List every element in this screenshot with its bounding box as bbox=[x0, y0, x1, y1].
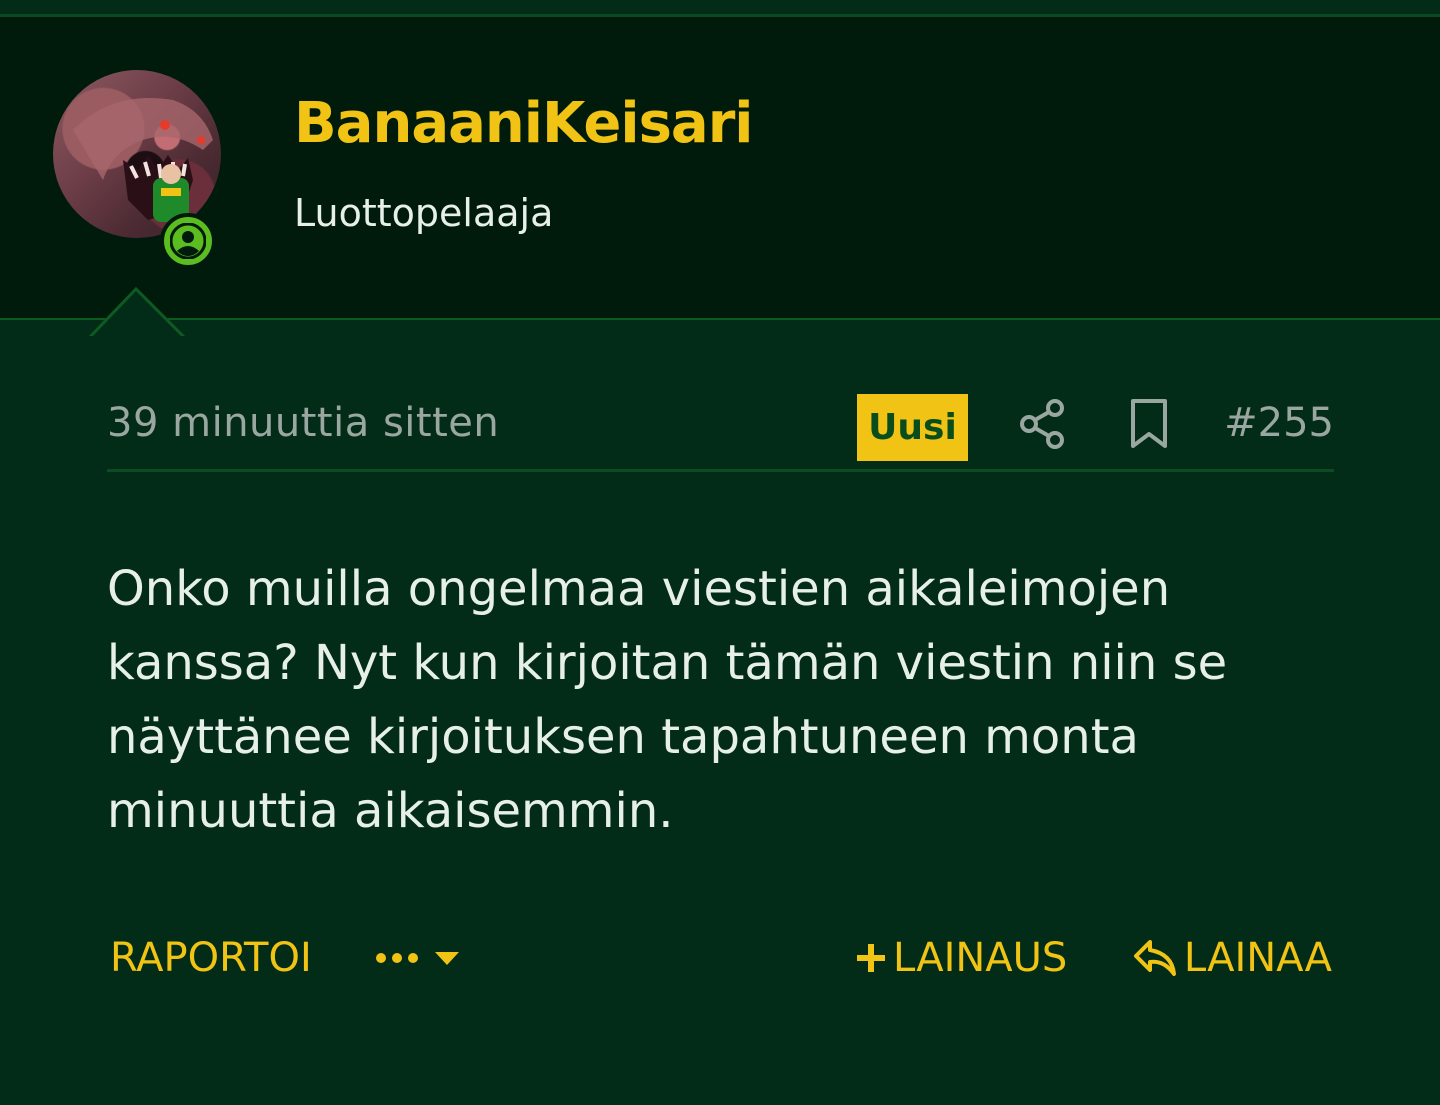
post-number-link[interactable]: #255 bbox=[1224, 400, 1334, 446]
report-button[interactable]: RAPORTOI bbox=[110, 928, 312, 988]
username-link[interactable]: BanaaniKeisari bbox=[294, 91, 753, 156]
report-label: RAPORTOI bbox=[110, 935, 312, 981]
user-online-icon bbox=[170, 223, 206, 259]
user-title: Luottopelaaja bbox=[294, 191, 554, 235]
multiquote-label: LAINAUS bbox=[893, 935, 1068, 981]
forum-post: BanaaniKeisari Luottopelaaja 39 minuutti… bbox=[0, 0, 1440, 1105]
avatar-image-icon bbox=[73, 98, 213, 222]
post-timestamp[interactable]: 39 minuuttia sitten bbox=[107, 400, 499, 446]
reply-arrow-icon bbox=[1133, 940, 1176, 976]
share-icon[interactable] bbox=[1019, 398, 1067, 454]
plus-icon bbox=[857, 944, 885, 972]
multiquote-button[interactable]: LAINAUS bbox=[855, 928, 1067, 988]
bookmark-icon[interactable] bbox=[1127, 398, 1171, 454]
user-avatar[interactable] bbox=[53, 70, 221, 238]
post-message: Onko muilla ongelmaa viestien aikaleimoj… bbox=[107, 561, 1228, 839]
post-author-header: BanaaniKeisari Luottopelaaja bbox=[0, 17, 1440, 339]
reply-label: LAINAA bbox=[1183, 935, 1332, 981]
more-dots-icon bbox=[376, 952, 459, 965]
more-actions-button[interactable] bbox=[375, 928, 465, 988]
online-status-badge bbox=[160, 213, 216, 269]
new-post-badge: Uusi bbox=[857, 394, 968, 461]
reply-button[interactable]: LAINAA bbox=[1132, 928, 1332, 988]
post-meta-row: 39 minuuttia sitten Uusi #255 bbox=[107, 380, 1334, 472]
post-actions: RAPORTOI LAINAUS LAINAA bbox=[107, 928, 1334, 988]
